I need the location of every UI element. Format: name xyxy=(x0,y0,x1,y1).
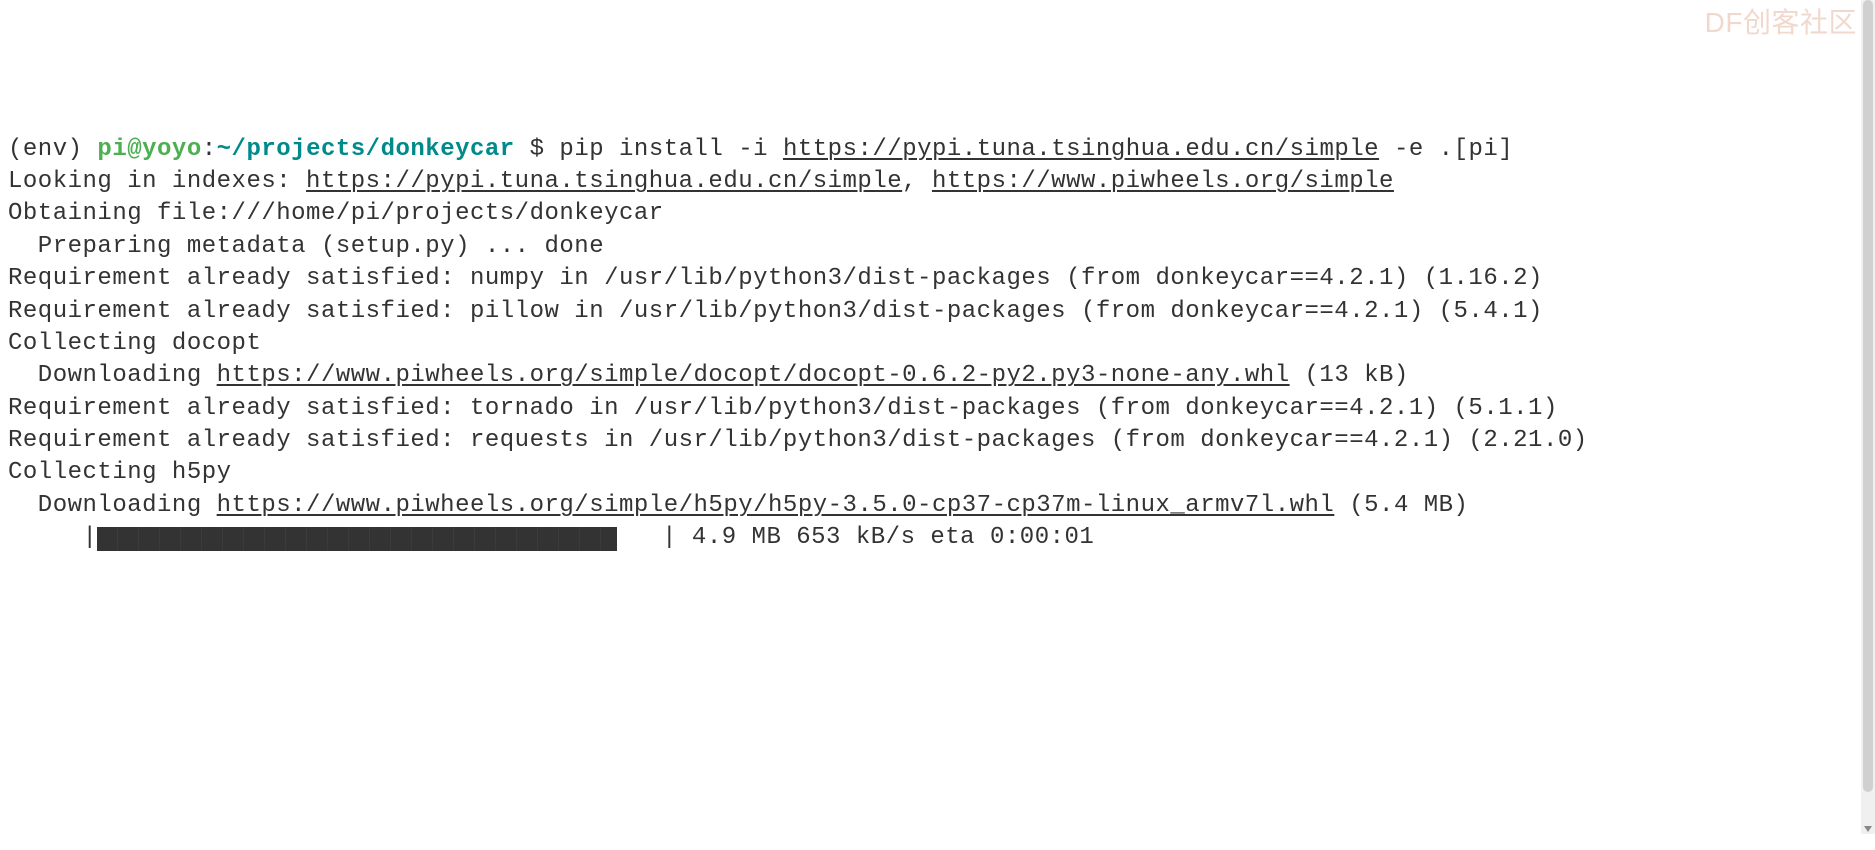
req-numpy-line: Requirement already satisfied: numpy in … xyxy=(8,265,1543,292)
index-link-2[interactable]: https://www.piwheels.org/simple xyxy=(932,168,1394,195)
collect-h5py-line: Collecting h5py xyxy=(8,459,232,486)
req-tornado-line: Requirement already satisfied: tornado i… xyxy=(8,395,1558,422)
preparing-line: Preparing metadata (setup.py) ... done xyxy=(8,233,604,260)
command-tail: -e .[pi] xyxy=(1379,136,1513,163)
docopt-whl-link[interactable]: https://www.piwheels.org/simple/docopt/d… xyxy=(217,362,1290,389)
collect-docopt-line: Collecting docopt xyxy=(8,330,261,357)
prompt-dollar: $ xyxy=(515,136,560,163)
scrollbar-thumb[interactable] xyxy=(1863,0,1873,792)
progress-prefix: | xyxy=(8,524,97,551)
indexes-prefix: Looking in indexes: xyxy=(8,168,306,195)
download-docopt-suffix: (13 kB) xyxy=(1290,362,1409,389)
progress-bar xyxy=(97,527,617,551)
req-pillow-line: Requirement already satisfied: pillow in… xyxy=(8,298,1543,325)
download-docopt-prefix: Downloading xyxy=(8,362,217,389)
h5py-whl-link[interactable]: https://www.piwheels.org/simple/h5py/h5p… xyxy=(217,492,1335,519)
command-text: pip install -i xyxy=(559,136,783,163)
cwd: ~/projects/donkeycar xyxy=(217,136,515,163)
scroll-down-icon[interactable] xyxy=(1864,826,1872,832)
terminal-output[interactable]: (env) pi@yoyo:~/projects/donkeycar $ pip… xyxy=(8,134,1867,555)
progress-text: | 4.9 MB 653 kB/s eta 0:00:01 xyxy=(617,524,1094,551)
venv-indicator: (env) xyxy=(8,136,97,163)
index-link-1[interactable]: https://pypi.tuna.tsinghua.edu.cn/simple xyxy=(306,168,902,195)
prompt-sep: : xyxy=(202,136,217,163)
index-url-link[interactable]: https://pypi.tuna.tsinghua.edu.cn/simple xyxy=(783,136,1379,163)
obtaining-line: Obtaining file:///home/pi/projects/donke… xyxy=(8,200,664,227)
req-requests-line: Requirement already satisfied: requests … xyxy=(8,427,1588,454)
user-host: pi@yoyo xyxy=(97,136,201,163)
indexes-sep: , xyxy=(902,168,932,195)
vertical-scrollbar[interactable] xyxy=(1861,0,1875,834)
download-h5py-prefix: Downloading xyxy=(8,492,217,519)
watermark: DF创客社区 xyxy=(1705,4,1857,42)
download-h5py-suffix: (5.4 MB) xyxy=(1334,492,1468,519)
